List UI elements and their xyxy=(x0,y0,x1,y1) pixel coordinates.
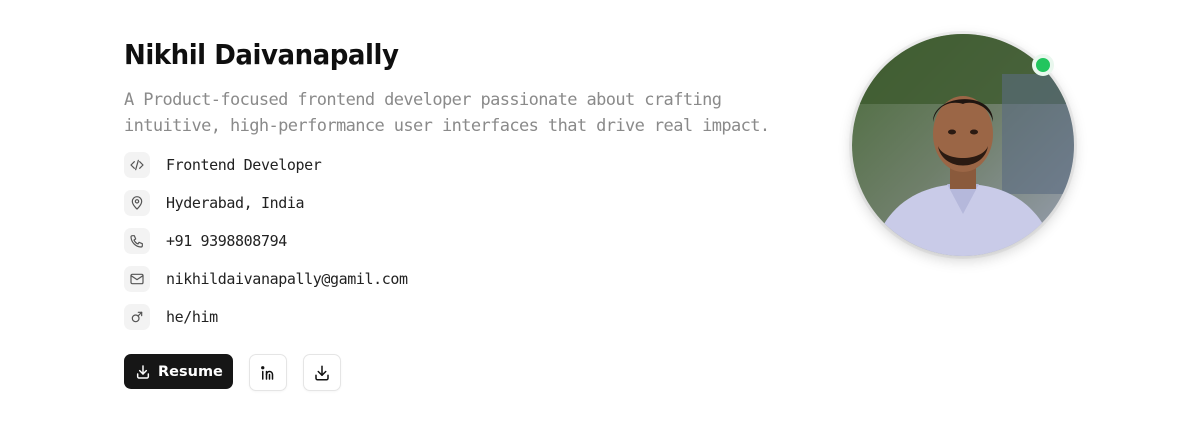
linkedin-button[interactable] xyxy=(248,354,287,391)
profile-details-list: Frontend Developer Hyderabad, India +91 … xyxy=(124,146,408,336)
detail-pronouns-text: he/him xyxy=(166,308,218,326)
detail-row-role: Frontend Developer xyxy=(124,146,408,184)
detail-email-text: nikhildaivanapally@gamil.com xyxy=(166,270,408,288)
profile-bio: A Product-focused frontend developer pas… xyxy=(124,90,770,136)
avatar-container xyxy=(852,34,1074,256)
map-pin-icon xyxy=(124,190,150,216)
phone-icon xyxy=(124,228,150,254)
detail-row-pronouns: he/him xyxy=(124,298,408,336)
male-gender-icon xyxy=(124,304,150,330)
resume-button-label: Resume xyxy=(158,363,223,380)
mail-icon xyxy=(124,266,150,292)
detail-row-phone: +91 9398808794 xyxy=(124,222,408,260)
download-button[interactable] xyxy=(302,354,341,391)
linkedin-icon xyxy=(259,364,277,382)
download-icon xyxy=(313,364,331,382)
online-status-indicator xyxy=(1032,54,1054,76)
detail-location-text: Hyderabad, India xyxy=(166,194,305,212)
code-icon xyxy=(124,152,150,178)
download-icon xyxy=(135,364,151,380)
profile-name: Nikhil Daivanapally xyxy=(124,38,399,71)
resume-button[interactable]: Resume xyxy=(124,354,233,389)
profile-actions: Resume xyxy=(124,354,341,391)
detail-row-location: Hyderabad, India xyxy=(124,184,408,222)
detail-row-email: nikhildaivanapally@gamil.com xyxy=(124,260,408,298)
detail-phone-text: +91 9398808794 xyxy=(166,232,287,250)
detail-role-text: Frontend Developer xyxy=(166,156,322,174)
